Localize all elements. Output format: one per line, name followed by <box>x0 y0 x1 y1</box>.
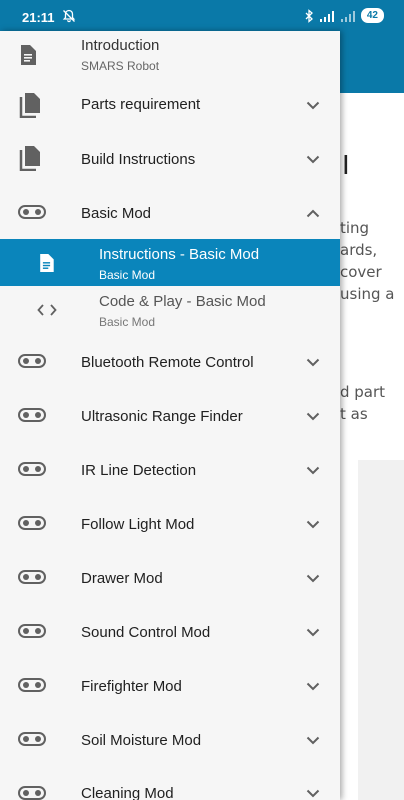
drawer-item-subtitle: SMARS Robot <box>81 59 160 73</box>
drawer-subitem-subtitle: Basic Mod <box>99 268 156 282</box>
bluetooth-icon <box>305 8 313 23</box>
drawer-item-sound-control-mod[interactable]: Sound Control Mod <box>0 604 340 658</box>
chevron-down-icon[interactable] <box>306 412 320 421</box>
drawer-item-label: Ultrasonic Range Finder <box>81 408 243 425</box>
robot-icon <box>18 570 46 584</box>
navigation-drawer: Introduction SMARS Robot Parts requireme… <box>0 31 340 800</box>
document-icon <box>21 45 36 65</box>
robot-icon <box>18 516 46 530</box>
drawer-subitem-instructions-basic-mod[interactable]: Instructions - Basic Mod Basic Mod <box>0 239 340 286</box>
drawer-item-bluetooth-remote-control[interactable]: Bluetooth Remote Control <box>0 334 340 388</box>
background-page: I ting ards, cover using a d part t as <box>340 93 404 800</box>
drawer-item-label: Soil Moisture Mod <box>81 732 202 749</box>
robot-icon <box>18 732 46 746</box>
drawer-item-label: Cleaning Mod <box>81 785 174 800</box>
chevron-down-icon[interactable] <box>306 574 320 583</box>
background-text-line: cover <box>340 263 382 281</box>
drawer-item-drawer-mod[interactable]: Drawer Mod <box>0 550 340 604</box>
drawer-item-build-instructions[interactable]: Build Instructions <box>0 131 340 185</box>
robot-icon <box>18 678 46 692</box>
drawer-item-label: Parts requirement <box>81 96 201 113</box>
drawer-item-soil-moisture-mod[interactable]: Soil Moisture Mod <box>0 712 340 766</box>
robot-icon <box>18 205 46 219</box>
background-heading-fragment: I <box>342 151 350 181</box>
background-text-line: ting <box>340 219 370 237</box>
chevron-down-icon[interactable] <box>306 358 320 367</box>
chevron-down-icon[interactable] <box>306 789 320 798</box>
copy-icon <box>19 146 40 171</box>
robot-icon <box>18 408 46 422</box>
robot-icon <box>18 786 46 800</box>
background-text-line: d part <box>340 383 386 401</box>
drawer-item-label: Introduction <box>81 37 160 54</box>
battery-indicator: 42 <box>360 8 384 23</box>
drawer-item-label: Drawer Mod <box>81 570 163 587</box>
drawer-item-parts-requirement[interactable]: Parts requirement <box>0 79 340 131</box>
drawer-item-ultrasonic-range-finder[interactable]: Ultrasonic Range Finder <box>0 388 340 442</box>
drawer-subitem-subtitle: Basic Mod <box>99 315 156 329</box>
drawer-subitem-label: Instructions - Basic Mod <box>99 246 260 263</box>
status-bar: 21:11 42 <box>0 0 404 31</box>
chevron-down-icon[interactable] <box>306 155 320 164</box>
background-text-line: using a <box>340 285 395 303</box>
drawer-item-ir-line-detection[interactable]: IR Line Detection <box>0 442 340 496</box>
robot-icon <box>18 462 46 476</box>
chevron-down-icon[interactable] <box>306 101 320 110</box>
background-app-bar <box>340 31 404 93</box>
chevron-up-icon[interactable] <box>306 209 320 218</box>
background-image-panel <box>358 460 404 800</box>
chevron-down-icon[interactable] <box>306 520 320 529</box>
copy-icon <box>19 93 40 118</box>
drawer-item-cleaning-mod[interactable]: Cleaning Mod <box>0 766 340 800</box>
signal-icon <box>319 10 334 22</box>
robot-icon <box>18 624 46 638</box>
drawer-item-firefighter-mod[interactable]: Firefighter Mod <box>0 658 340 712</box>
status-time: 21:11 <box>22 10 55 25</box>
background-text-line: t as <box>340 405 368 423</box>
drawer-item-follow-light-mod[interactable]: Follow Light Mod <box>0 496 340 550</box>
drawer-item-label: Basic Mod <box>81 205 152 222</box>
background-text-line: ards, <box>340 241 378 259</box>
drawer-subitem-code-and-play-basic-mod[interactable]: Code & Play - Basic Mod Basic Mod <box>0 286 340 334</box>
drawer-item-basic-mod[interactable]: Basic Mod <box>0 185 340 239</box>
drawer-item-introduction[interactable]: Introduction SMARS Robot <box>0 31 340 79</box>
drawer-item-label: Firefighter Mod <box>81 678 182 695</box>
chevron-down-icon[interactable] <box>306 628 320 637</box>
drawer-item-label: Build Instructions <box>81 151 196 168</box>
drawer-item-label: Bluetooth Remote Control <box>81 354 254 371</box>
notifications-off-icon <box>62 9 76 23</box>
drawer-item-label: Follow Light Mod <box>81 516 195 533</box>
drawer-subitem-label: Code & Play - Basic Mod <box>99 293 266 310</box>
signal-icon-2 <box>340 10 355 22</box>
chevron-down-icon[interactable] <box>306 682 320 691</box>
drawer-item-label: Sound Control Mod <box>81 624 211 641</box>
document-icon <box>40 254 54 272</box>
chevron-down-icon[interactable] <box>306 466 320 475</box>
robot-icon <box>18 354 46 368</box>
drawer-item-label: IR Line Detection <box>81 462 197 479</box>
chevron-down-icon[interactable] <box>306 736 320 745</box>
code-icon <box>37 304 57 316</box>
